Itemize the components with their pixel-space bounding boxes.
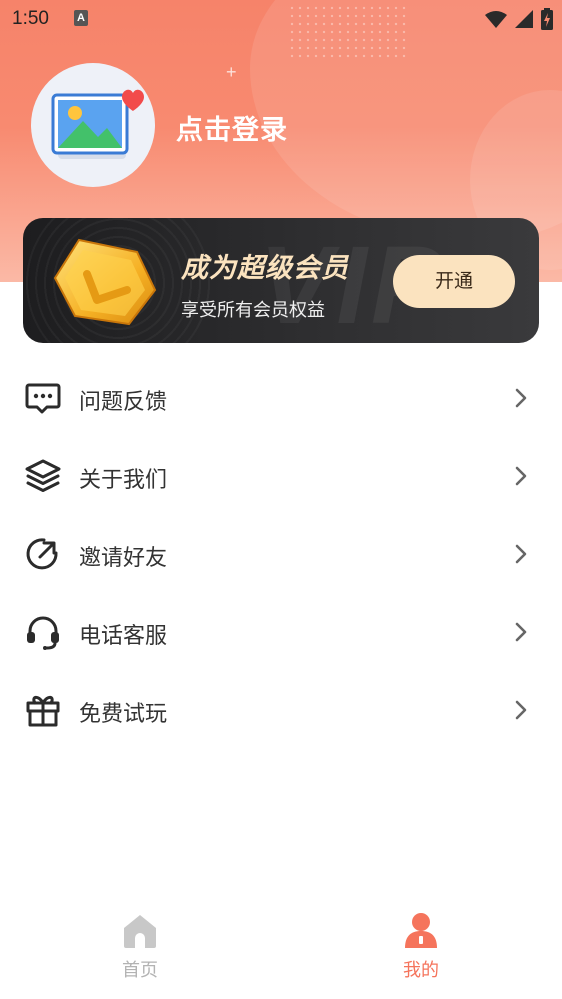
share-arrow-icon	[26, 538, 58, 570]
person-icon	[405, 913, 437, 948]
cell-signal-icon	[515, 10, 533, 28]
avatar[interactable]	[31, 63, 155, 187]
home-icon	[124, 915, 156, 948]
menu-item-label: 邀请好友	[79, 546, 168, 571]
vip-subtitle: 享受所有会员权益	[181, 300, 325, 321]
sparkle-plus-icon: +	[226, 62, 237, 82]
chevron-right-icon	[515, 544, 527, 564]
feedback-message-icon	[25, 383, 61, 414]
vip-membership-card[interactable]: VIP 成为超级会员 享受所有会员权益 开通	[23, 218, 539, 343]
chevron-right-icon	[515, 622, 527, 642]
menu-item-label: 问题反馈	[79, 390, 168, 415]
menu-item-feedback[interactable]: 问题反馈	[0, 359, 562, 437]
chevron-right-icon	[515, 388, 527, 408]
login-button[interactable]: 点击登录	[176, 108, 288, 147]
vip-title: 成为超级会员	[181, 253, 349, 284]
layers-icon	[25, 459, 61, 492]
status-time: 1:50	[12, 8, 49, 29]
battery-charging-icon	[541, 8, 553, 30]
gift-icon	[26, 695, 60, 727]
menu-item-phone-support[interactable]: 电话客服	[0, 593, 562, 671]
tab-mine[interactable]: 我的	[361, 912, 481, 992]
menu-item-label: 电话客服	[79, 624, 168, 649]
headset-icon	[27, 616, 59, 650]
chevron-right-icon	[515, 466, 527, 486]
menu-item-about-us[interactable]: 关于我们	[0, 437, 562, 515]
system-icons	[484, 8, 554, 30]
menu-item-label: 免费试玩	[79, 702, 168, 727]
wifi-icon	[485, 11, 507, 28]
settings-menu: 问题反馈 关于我们 邀请好友 电话客服 免费试玩	[0, 359, 562, 749]
menu-item-label: 关于我们	[79, 468, 168, 493]
tab-label: 首页	[122, 960, 158, 981]
gold-crown-badge-icon	[53, 238, 157, 326]
a-badge-icon: A	[74, 10, 88, 26]
bottom-tab-bar: 首页 我的	[0, 900, 562, 999]
menu-item-free-trial[interactable]: 免费试玩	[0, 671, 562, 749]
chevron-right-icon	[515, 700, 527, 720]
status-bar: 1:50 A	[0, 0, 562, 38]
activate-vip-button[interactable]: 开通	[393, 255, 515, 308]
profile-page: + 1:50 A 点击登录 VIP 成为超级会员 享受所有会员权益 开通 问题反…	[0, 0, 562, 999]
tab-label: 我的	[403, 960, 439, 981]
picture-heart-icon	[51, 89, 144, 159]
tab-home[interactable]: 首页	[80, 912, 200, 992]
menu-item-invite-friends[interactable]: 邀请好友	[0, 515, 562, 593]
